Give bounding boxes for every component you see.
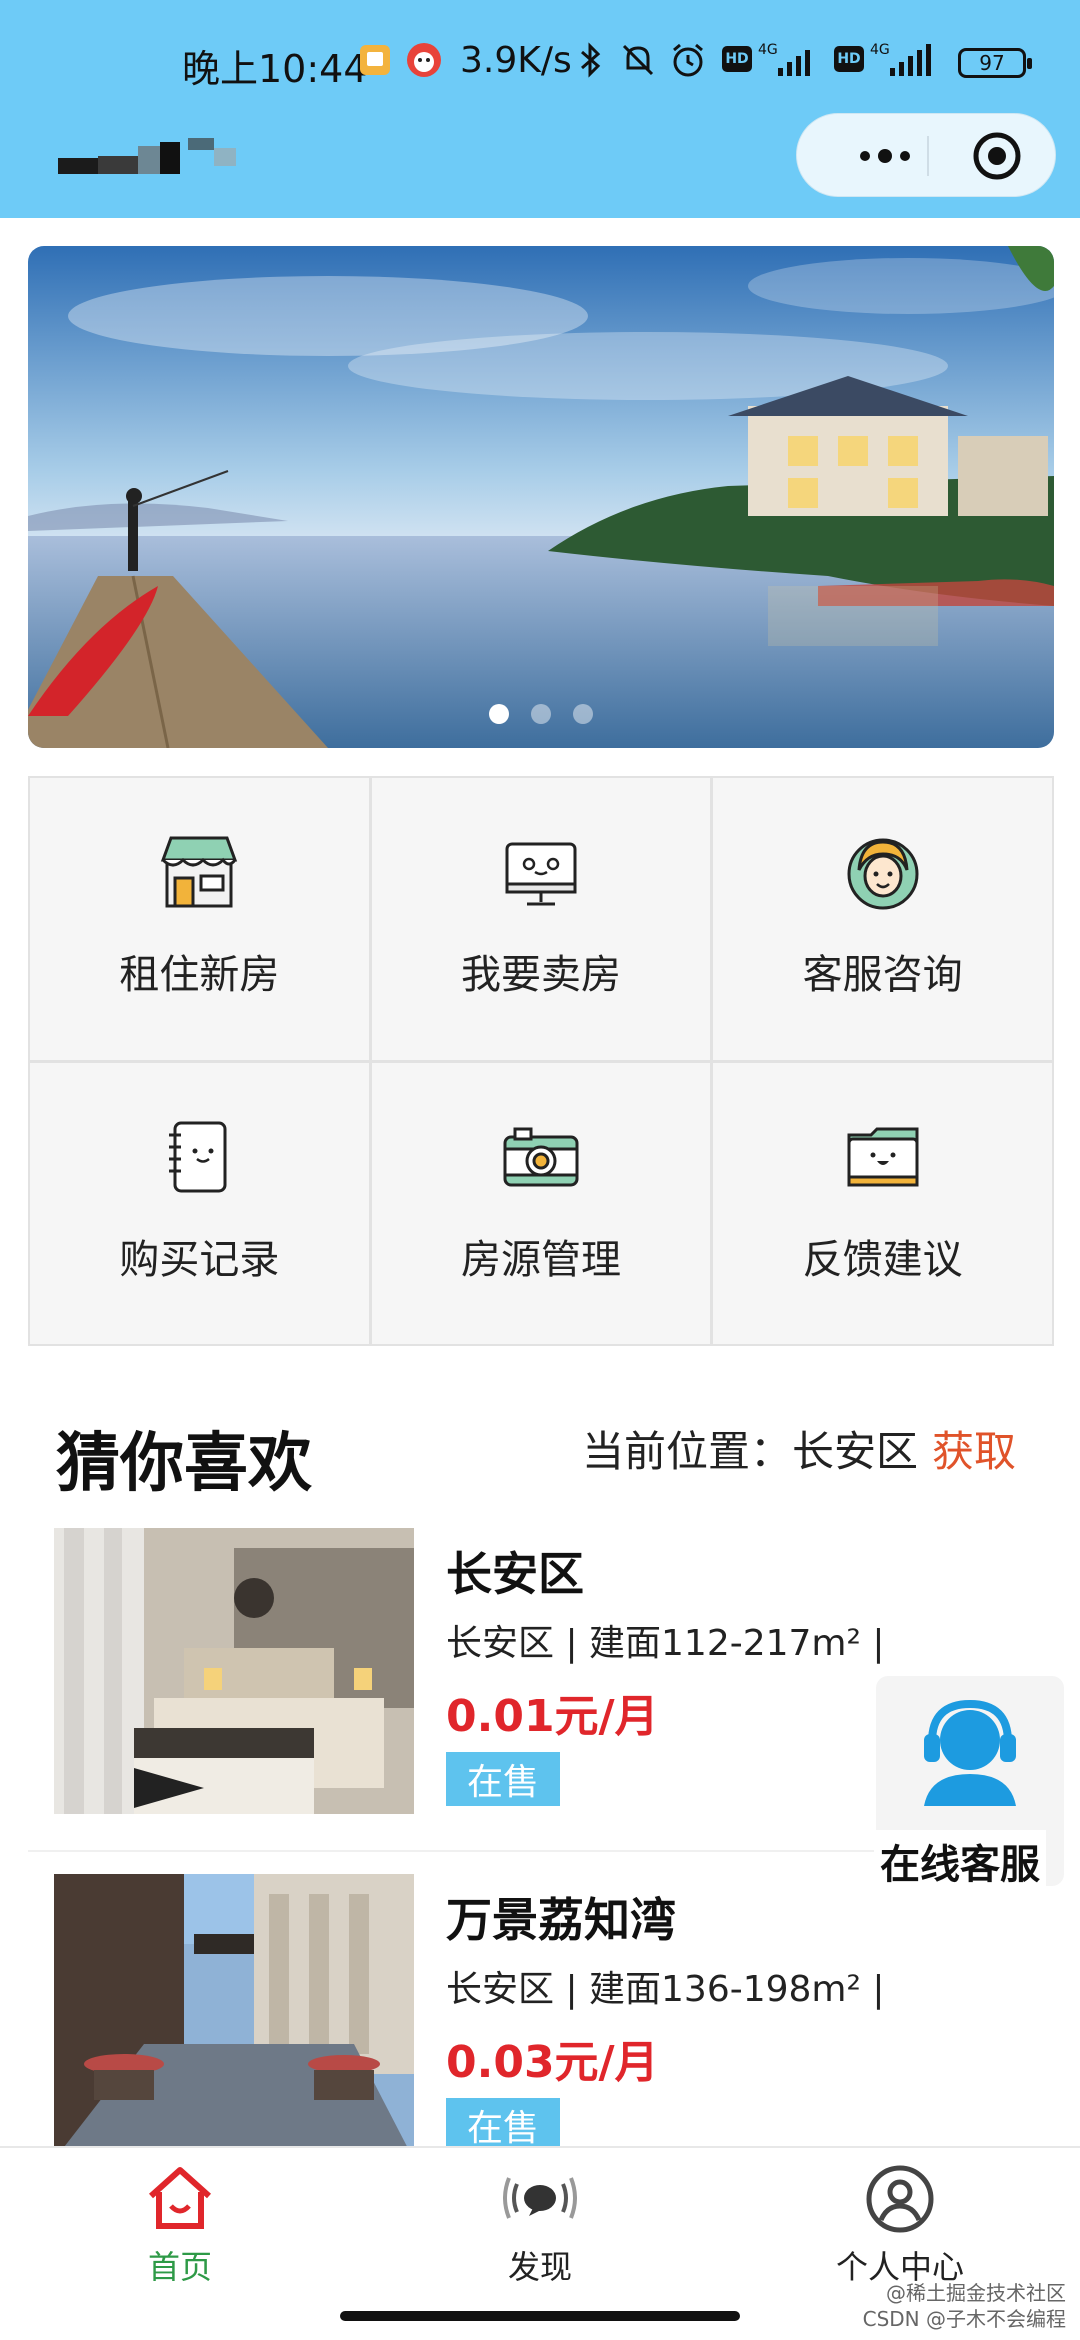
- camera-icon: [503, 1127, 579, 1186]
- monitor-icon: [505, 842, 577, 906]
- listing-meta: 长安区 | 建面136-198m² |: [446, 1969, 885, 2010]
- discover-icon: [503, 2177, 577, 2219]
- watermark-line: @稀土掘金技术社区: [886, 2281, 1066, 2305]
- shop-icon: [161, 836, 238, 908]
- menu-item-rent-new-house[interactable]: 租住新房: [30, 778, 369, 1060]
- bluetooth-icon: [578, 40, 604, 80]
- menu-item-listing-management[interactable]: 房源管理: [371, 1062, 711, 1344]
- bottom-tab-bar: 首页 发现 个人中心: [0, 2146, 1080, 2298]
- mini-program-capsule: [796, 113, 1056, 197]
- carousel-dot[interactable]: [489, 704, 509, 724]
- menu-item-label: 房源管理: [460, 1236, 621, 1283]
- watermark-line: CSDN @子木不会编程: [862, 2307, 1066, 2331]
- menu-item-label: 反馈建议: [802, 1236, 963, 1283]
- tab-home[interactable]: 首页: [0, 2148, 360, 2298]
- agent-face-icon: [847, 838, 919, 910]
- page-title-mosaic: [58, 138, 243, 178]
- listing-status-badge: 在售: [446, 2098, 560, 2152]
- carousel-indicator: [28, 704, 1054, 724]
- tab-label: 发现: [507, 2248, 572, 2286]
- close-program-button[interactable]: [961, 114, 1033, 198]
- menu-item-customer-service[interactable]: 客服咨询: [713, 778, 1052, 1060]
- home-icon: [148, 2167, 212, 2229]
- location-label: 当前位置：长安区: [581, 1427, 918, 1476]
- carousel-dot[interactable]: [573, 704, 593, 724]
- banner-carousel[interactable]: [28, 246, 1054, 748]
- mute-bell-icon: [618, 40, 658, 80]
- target-close-icon: [973, 132, 1021, 180]
- watermark: @稀土掘金技术社区 CSDN @子木不会编程: [863, 2280, 1066, 2332]
- user-icon: [866, 2165, 934, 2233]
- gallery-notification-icon: [358, 40, 392, 80]
- status-bar: 晚上10:44 3.9K/s HD 4G HD 4G 97: [0, 30, 1080, 94]
- listing-name: 长安区: [446, 1547, 584, 1601]
- capsule-divider: [927, 136, 929, 176]
- get-location-button[interactable]: 获取: [932, 1418, 1016, 1479]
- signal-4g-icon-1: 4G: [756, 40, 826, 80]
- signal-4g-icon-2: 4G: [868, 40, 944, 80]
- menu-item-label: 租住新房: [119, 952, 280, 998]
- listing-price: 0.01元/月: [446, 1691, 659, 1742]
- current-location: 当前位置：长安区 获取: [582, 1418, 1016, 1479]
- listing-price: 0.03元/月: [446, 2037, 659, 2088]
- network-speed: 3.9K/s: [460, 40, 572, 81]
- listing-meta: 长安区 | 建面112-217m² |: [446, 1623, 885, 1664]
- menu-item-label: 购买记录: [119, 1236, 280, 1283]
- menu-item-label: 我要卖房: [460, 952, 621, 998]
- top-header: 晚上10:44 3.9K/s HD 4G HD 4G 97: [0, 0, 1080, 218]
- listing-status-badge: 在售: [446, 1752, 560, 1806]
- svg-text:4G: 4G: [870, 42, 890, 58]
- tab-profile[interactable]: 个人中心: [720, 2148, 1080, 2298]
- battery-indicator: 97: [958, 48, 1032, 78]
- feature-grid: 租住新房 我要卖房 客服咨询 购买记录 房源管理 反馈建议: [28, 776, 1054, 1346]
- headset-user-icon: [924, 1699, 1016, 1806]
- menu-item-label: 客服咨询: [802, 952, 963, 998]
- notebook-icon: [169, 1121, 227, 1192]
- hd-badge-2: HD: [834, 46, 864, 72]
- home-indicator[interactable]: [340, 2311, 740, 2321]
- tab-label: 首页: [147, 2248, 212, 2286]
- svg-text:4G: 4G: [758, 42, 778, 58]
- listing-photo-courtyard: [54, 1874, 414, 2160]
- recommend-title: 猜你喜欢: [56, 1427, 312, 1501]
- menu-item-feedback[interactable]: 反馈建议: [713, 1062, 1052, 1344]
- app-notification-icon: [404, 40, 444, 80]
- folder-icon: [847, 1127, 919, 1186]
- status-time: 晚上10:44: [182, 47, 368, 91]
- carousel-dot[interactable]: [531, 704, 551, 724]
- alarm-icon: [668, 40, 708, 80]
- hd-badge-1: HD: [722, 46, 752, 72]
- online-service-label: 在线客服: [874, 1830, 1046, 1892]
- listing-photo-bedroom: [54, 1528, 414, 1814]
- menu-item-sell-house[interactable]: 我要卖房: [371, 778, 711, 1060]
- banner-lake-villa-image: [28, 246, 1054, 748]
- menu-item-purchase-records[interactable]: 购买记录: [30, 1062, 369, 1344]
- more-dots-icon: [860, 149, 910, 163]
- tab-discover[interactable]: 发现: [360, 2148, 720, 2298]
- listing-name: 万景荔知湾: [446, 1893, 676, 1947]
